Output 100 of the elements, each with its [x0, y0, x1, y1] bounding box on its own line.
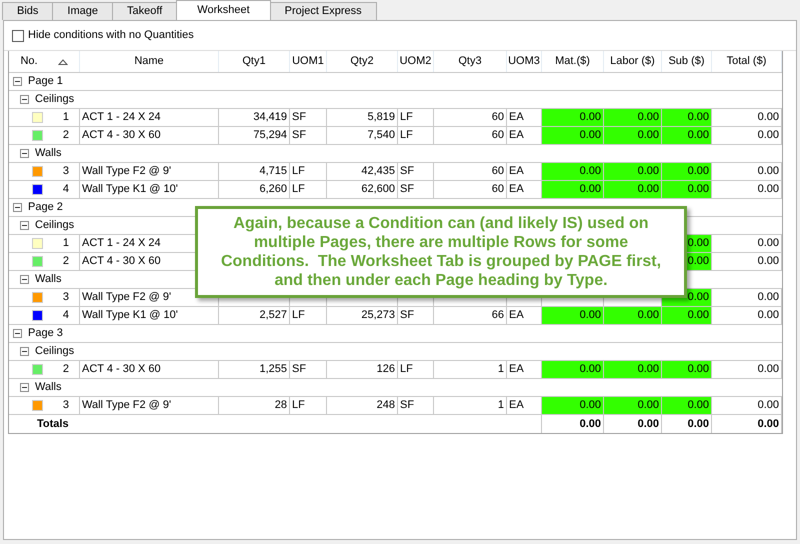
table-cell: 25,273	[327, 307, 398, 324]
table-cell: 0.00	[662, 361, 712, 378]
tab[interactable]: Image	[52, 2, 113, 20]
type-heading: Ceilings	[35, 344, 74, 360]
table-cell: 0.00	[712, 289, 782, 306]
condition-name: Wall Type F2 @ 9'	[82, 398, 172, 414]
row-number: 1	[62, 110, 69, 126]
table-cell: 66	[434, 307, 507, 324]
type-heading: Walls	[35, 272, 62, 288]
type-heading: Walls	[35, 146, 62, 162]
condition-name: ACT 1 - 24 X 24	[82, 110, 161, 126]
row-number: 2	[62, 362, 69, 378]
tab[interactable]: Project Express	[270, 2, 377, 20]
column-header[interactable]: Qty3	[434, 51, 507, 72]
table-cell: 34,419	[219, 109, 290, 126]
table-cell: SF	[398, 181, 434, 198]
table-cell: LF	[290, 163, 327, 180]
table-cell: 42,435	[327, 163, 398, 180]
total-value: 0.00	[688, 416, 709, 432]
table-cell: SF	[398, 397, 434, 414]
table-cell: 0.00	[542, 397, 604, 414]
table-cell: 60	[434, 181, 507, 198]
column-header[interactable]: Labor ($)	[604, 51, 662, 72]
table-cell: LF	[398, 361, 434, 378]
collapse-icon[interactable]	[20, 95, 29, 104]
column-header[interactable]: Qty1	[219, 51, 290, 72]
table-cell: 0.00	[604, 163, 662, 180]
table-cell: 0.00	[662, 127, 712, 144]
table-cell: 0.00	[604, 307, 662, 324]
table-cell: 62,600	[327, 181, 398, 198]
table-cell: LF	[398, 109, 434, 126]
table-cell: 126	[327, 361, 398, 378]
page-heading: Page 1	[28, 74, 63, 90]
column-header[interactable]: UOM2	[398, 51, 434, 72]
table-cell: 0.00	[712, 163, 782, 180]
table-cell: 0.00	[662, 181, 712, 198]
table-cell: 0.00	[712, 235, 782, 252]
condition-name: ACT 1 - 24 X 24	[82, 236, 161, 252]
column-header[interactable]: Mat.($)	[542, 51, 604, 72]
table-cell: 0.00	[604, 127, 662, 144]
collapse-icon[interactable]	[20, 149, 29, 158]
table-cell: 248	[327, 397, 398, 414]
callout: Again, because a Condition can (and likely IS) used on multiple Pages, there are multiple Rows for some Conditions. The Worksheet Tab is grouped by PAGE first, and then under each Page heading by Type.	[195, 206, 687, 298]
table-cell: 0.00	[542, 307, 604, 324]
collapse-icon[interactable]	[20, 275, 29, 284]
table-cell: 0.00	[662, 163, 712, 180]
table-cell: 75,294	[219, 127, 290, 144]
total-value: 0.00	[638, 416, 659, 432]
page-heading: Page 2	[28, 200, 63, 216]
tab[interactable]: Takeoff	[112, 2, 178, 20]
type-heading: Walls	[35, 380, 62, 396]
column-header[interactable]: Qty2	[327, 51, 398, 72]
tab[interactable]: Bids	[2, 2, 54, 20]
checkbox[interactable]	[12, 30, 24, 42]
table-cell: 0.00	[604, 361, 662, 378]
table-cell: 0.00	[712, 109, 782, 126]
column-header[interactable]: Name	[80, 51, 219, 72]
collapse-icon[interactable]	[13, 203, 22, 212]
column-header[interactable]: UOM1	[290, 51, 327, 72]
table-cell: 0.00	[662, 109, 712, 126]
table-cell: 0.00	[604, 109, 662, 126]
checkbox-label: Hide conditions with no Quantities	[28, 28, 194, 44]
row-number: 3	[62, 398, 69, 414]
table-cell: 0.00	[712, 397, 782, 414]
table-cell: 0.00	[604, 181, 662, 198]
row-number: 3	[62, 164, 69, 180]
table-cell: LF	[398, 127, 434, 144]
condition-name: Wall Type K1 @ 10'	[82, 182, 178, 198]
column-header[interactable]: No.	[9, 51, 80, 72]
type-heading: Ceilings	[35, 92, 74, 108]
collapse-icon[interactable]	[20, 221, 29, 230]
table-cell: 0.00	[542, 181, 604, 198]
table-cell: 1	[434, 361, 507, 378]
table-cell: 0.00	[712, 127, 782, 144]
collapse-icon[interactable]	[13, 329, 22, 338]
table-cell: 60	[434, 163, 507, 180]
table-cell: 60	[434, 109, 507, 126]
table-cell: 0.00	[542, 163, 604, 180]
column-header[interactable]: Total ($)	[712, 51, 782, 72]
collapse-icon[interactable]	[13, 77, 22, 86]
column-header[interactable]: UOM3	[507, 51, 542, 72]
collapse-icon[interactable]	[20, 347, 29, 356]
column-header[interactable]: Sub ($)	[662, 51, 712, 72]
table-cell: SF	[398, 307, 434, 324]
condition-name: ACT 4 - 30 X 60	[82, 362, 161, 378]
table-cell: SF	[398, 163, 434, 180]
table-cell: 0.00	[604, 397, 662, 414]
table-cell: 0.00	[542, 361, 604, 378]
table-cell: 7,540	[327, 127, 398, 144]
condition-name: Wall Type F2 @ 9'	[82, 290, 172, 306]
row-number: 2	[62, 254, 69, 270]
table-cell: 0.00	[542, 109, 604, 126]
table-cell: 2,527	[219, 307, 290, 324]
table-cell: 0.00	[542, 127, 604, 144]
condition-name: ACT 4 - 30 X 60	[82, 128, 161, 144]
row-number: 4	[62, 182, 69, 198]
table-cell: SF	[290, 361, 327, 378]
collapse-icon[interactable]	[20, 383, 29, 392]
tab[interactable]: Worksheet	[176, 0, 271, 20]
table-cell: 0.00	[712, 181, 782, 198]
